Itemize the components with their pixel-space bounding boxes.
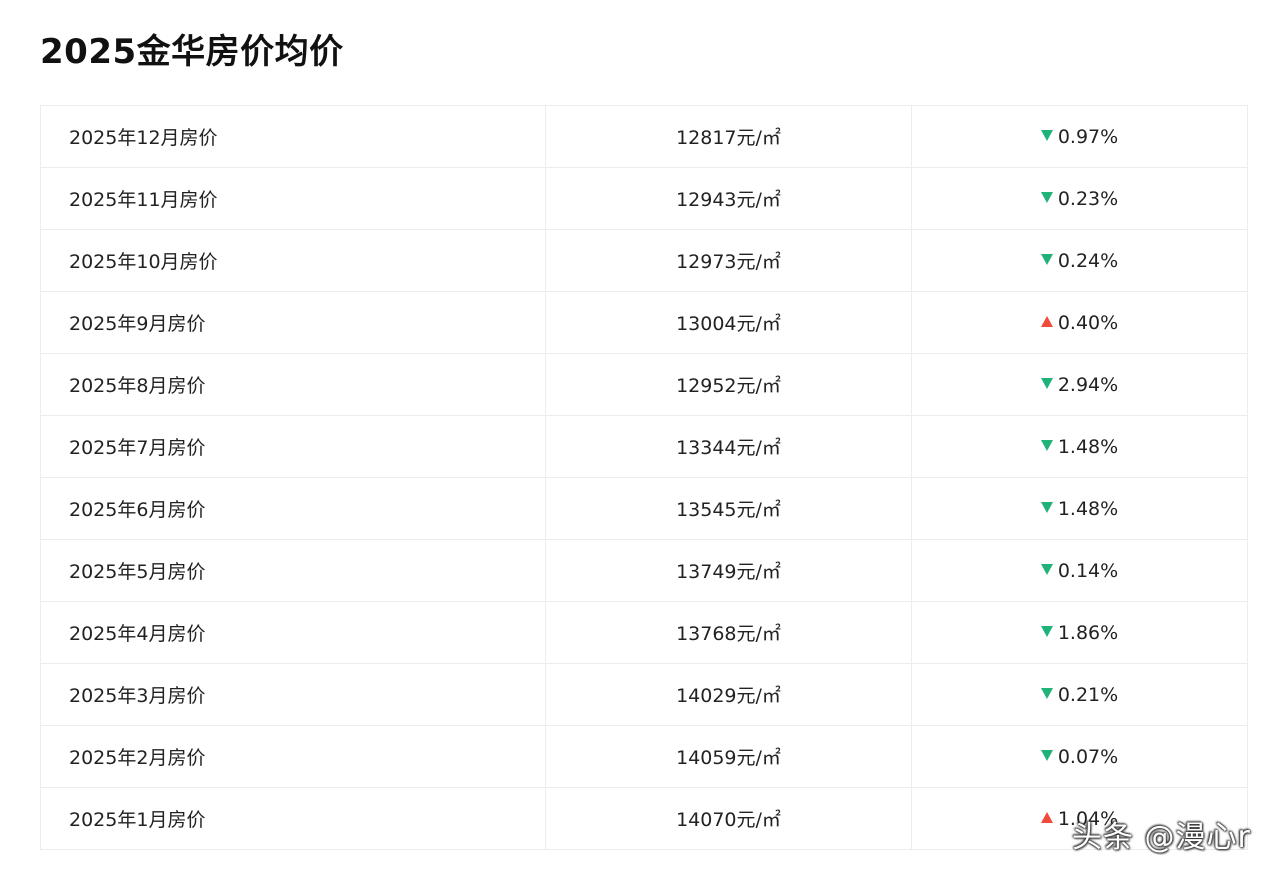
month-cell: 2025年4月房价 (40, 601, 546, 664)
page: 2025金华房价均价 2025年12月房价 12817元/㎡ 0.97% 202… (0, 0, 1280, 880)
change-value: 0.40% (1057, 311, 1119, 334)
month-cell: 2025年7月房价 (40, 415, 546, 478)
up-triangle-icon (1040, 315, 1053, 327)
price-table-body: 2025年12月房价 12817元/㎡ 0.97% 2025年11月房价 129… (40, 105, 1248, 850)
change-cell: 1.48% (911, 477, 1248, 540)
price-table: 2025年12月房价 12817元/㎡ 0.97% 2025年11月房价 129… (40, 105, 1248, 850)
change-value: 0.07% (1057, 745, 1119, 768)
month-cell: 2025年8月房价 (40, 353, 546, 416)
change-value: 0.24% (1057, 249, 1119, 272)
down-triangle-icon (1040, 749, 1053, 761)
table-row: 2025年12月房价 12817元/㎡ 0.97% (40, 105, 1248, 168)
up-triangle-icon (1040, 811, 1053, 823)
change-value: 0.23% (1057, 187, 1119, 210)
month-cell: 2025年2月房价 (40, 725, 546, 788)
change-cell: 0.21% (911, 663, 1248, 726)
change-cell: 0.14% (911, 539, 1248, 602)
price-cell: 14029元/㎡ (545, 663, 912, 726)
change-cell: 0.24% (911, 229, 1248, 292)
table-row: 2025年11月房价 12943元/㎡ 0.23% (40, 167, 1248, 230)
month-cell: 2025年5月房价 (40, 539, 546, 602)
change-value: 2.94% (1057, 373, 1119, 396)
table-row: 2025年1月房价 14070元/㎡ 1.04% (40, 787, 1248, 850)
price-cell: 14059元/㎡ (545, 725, 912, 788)
down-triangle-icon (1040, 253, 1053, 265)
price-cell: 14070元/㎡ (545, 787, 912, 850)
change-value: 0.14% (1057, 559, 1119, 582)
price-cell: 12973元/㎡ (545, 229, 912, 292)
table-row: 2025年4月房价 13768元/㎡ 1.86% (40, 601, 1248, 664)
price-cell: 13768元/㎡ (545, 601, 912, 664)
month-cell: 2025年9月房价 (40, 291, 546, 354)
table-row: 2025年2月房价 14059元/㎡ 0.07% (40, 725, 1248, 788)
down-triangle-icon (1040, 563, 1053, 575)
change-cell: 1.86% (911, 601, 1248, 664)
down-triangle-icon (1040, 377, 1053, 389)
price-cell: 12943元/㎡ (545, 167, 912, 230)
price-cell: 13004元/㎡ (545, 291, 912, 354)
down-triangle-icon (1040, 191, 1053, 203)
table-row: 2025年10月房价 12973元/㎡ 0.24% (40, 229, 1248, 292)
down-triangle-icon (1040, 625, 1053, 637)
month-cell: 2025年6月房价 (40, 477, 546, 540)
down-triangle-icon (1040, 439, 1053, 451)
change-cell: 0.23% (911, 167, 1248, 230)
price-cell: 13344元/㎡ (545, 415, 912, 478)
price-cell: 13545元/㎡ (545, 477, 912, 540)
month-cell: 2025年11月房价 (40, 167, 546, 230)
change-cell: 2.94% (911, 353, 1248, 416)
change-value: 0.21% (1057, 683, 1119, 706)
month-cell: 2025年12月房价 (40, 105, 546, 168)
table-row: 2025年9月房价 13004元/㎡ 0.40% (40, 291, 1248, 354)
down-triangle-icon (1040, 687, 1053, 699)
change-value: 0.97% (1057, 125, 1119, 148)
watermark: 头条 @漫心r (1072, 820, 1251, 855)
down-triangle-icon (1040, 129, 1053, 141)
table-row: 2025年3月房价 14029元/㎡ 0.21% (40, 663, 1248, 726)
change-value: 1.86% (1057, 621, 1119, 644)
change-value: 1.48% (1057, 435, 1119, 458)
table-row: 2025年8月房价 12952元/㎡ 2.94% (40, 353, 1248, 416)
table-row: 2025年7月房价 13344元/㎡ 1.48% (40, 415, 1248, 478)
table-row: 2025年6月房价 13545元/㎡ 1.48% (40, 477, 1248, 540)
change-cell: 0.97% (911, 105, 1248, 168)
down-triangle-icon (1040, 501, 1053, 513)
month-cell: 2025年10月房价 (40, 229, 546, 292)
price-cell: 12952元/㎡ (545, 353, 912, 416)
change-cell: 0.07% (911, 725, 1248, 788)
change-value: 1.48% (1057, 497, 1119, 520)
change-cell: 0.40% (911, 291, 1248, 354)
page-title: 2025金华房价均价 (40, 32, 344, 72)
price-cell: 13749元/㎡ (545, 539, 912, 602)
month-cell: 2025年1月房价 (40, 787, 546, 850)
month-cell: 2025年3月房价 (40, 663, 546, 726)
price-cell: 12817元/㎡ (545, 105, 912, 168)
table-row: 2025年5月房价 13749元/㎡ 0.14% (40, 539, 1248, 602)
change-cell: 1.48% (911, 415, 1248, 478)
